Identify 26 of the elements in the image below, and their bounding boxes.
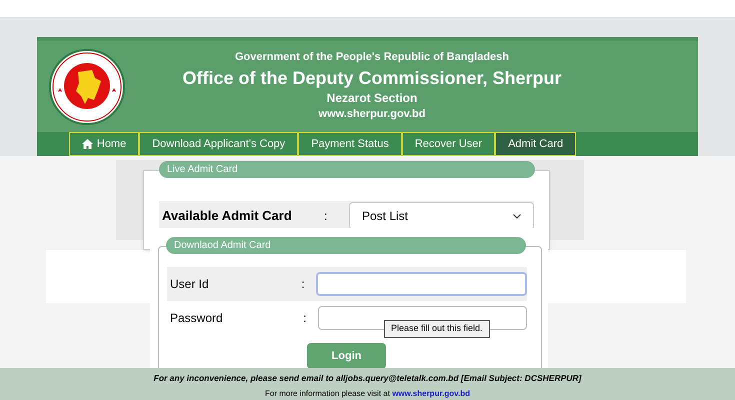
contact-notice: For any inconvenience, please send email to alljobs.query@teletalk.com.bd [Email Subject: DCSHERPUR] [154,372,582,385]
nav-tab[interactable]: Home [68,132,140,156]
nav-tab[interactable]: Payment Status [298,132,402,156]
separator-text: : [303,310,308,327]
chevron-icon [513,214,521,218]
field-label: User Id [169,276,210,293]
government-title: Government of the People's Republic of Bangladesh [235,51,509,65]
office-title: Office of the Deputy Commissioner, Sherpur [182,66,562,90]
separator-text: : [301,276,306,293]
input-field[interactable] [316,272,527,296]
info-text: For more information please visit at www.sherpur.gov.bd [265,388,470,400]
website-link[interactable]: www.sherpur.gov.bd [392,388,470,398]
field-label: Available Admit Card [161,207,293,226]
post-select[interactable]: Post List [349,202,534,230]
nav-tab[interactable]: Admit Card [495,132,576,156]
nav-tab[interactable]: Recover User [402,132,496,156]
panel-header: Downlaod Admit Card [166,237,526,254]
section-title: Nezarot Section [326,91,418,106]
website-text: www.sherpur.gov.bd [318,108,426,122]
field-label: Password [169,310,224,327]
home-icon [82,139,93,149]
separator-text: : [324,208,328,225]
login-button[interactable]: Login [307,343,386,369]
nav-tab[interactable]: Download Applicant's Copy [139,132,298,156]
panel-header: Live Admit Card [159,161,535,178]
validation-tooltip: Please fill out this field. [384,320,490,338]
